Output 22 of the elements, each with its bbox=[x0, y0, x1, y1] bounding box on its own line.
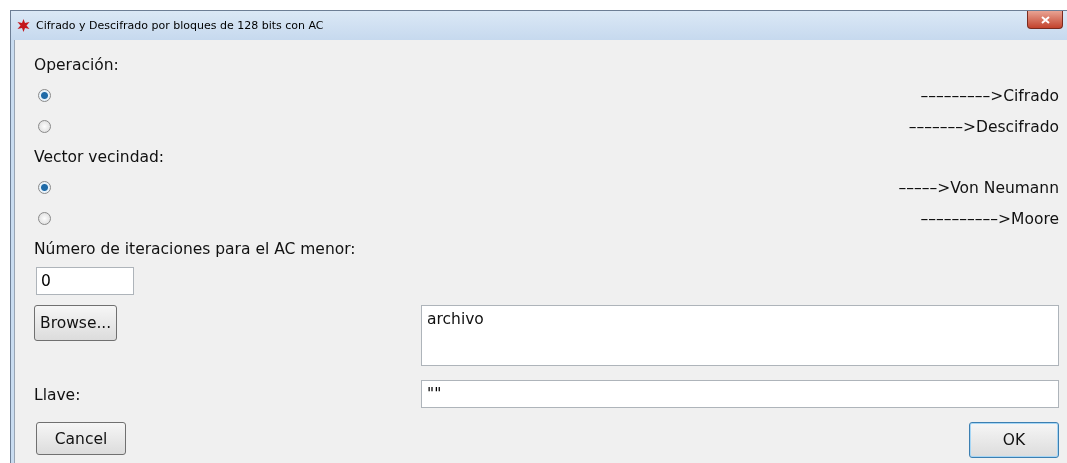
key-label: Llave: bbox=[34, 385, 81, 406]
key-field[interactable]: "" bbox=[421, 380, 1059, 408]
option-label: –––––––>Descifrado bbox=[908, 117, 1059, 136]
close-icon bbox=[1040, 15, 1050, 24]
radio-button[interactable] bbox=[38, 89, 51, 102]
file-field[interactable]: archivo bbox=[421, 305, 1059, 366]
group-label: Operación: bbox=[34, 55, 120, 76]
app-icon bbox=[17, 19, 30, 32]
radio-button[interactable] bbox=[38, 212, 51, 225]
group-label: Vector vecindad: bbox=[34, 147, 166, 168]
close-button[interactable] bbox=[1027, 11, 1063, 29]
browse-button[interactable]: Browse... bbox=[34, 305, 118, 341]
option-label: ––––––––––>Moore bbox=[920, 209, 1059, 228]
option-label: –––––>Von Neumann bbox=[898, 178, 1059, 197]
cancel-button[interactable]: Cancel bbox=[36, 422, 126, 455]
iterations-label: Número de iteraciones para el AC menor: bbox=[34, 239, 357, 260]
radio-button[interactable] bbox=[38, 120, 51, 133]
ok-button[interactable]: OK bbox=[969, 422, 1059, 458]
option-label: –––––––––>Cifrado bbox=[920, 86, 1059, 105]
iterations-field[interactable]: 0 bbox=[36, 267, 134, 295]
radio-button[interactable] bbox=[38, 181, 51, 194]
window-title: Cifrado y Descifrado por bloques de 128 bits con AC bbox=[36, 19, 325, 32]
